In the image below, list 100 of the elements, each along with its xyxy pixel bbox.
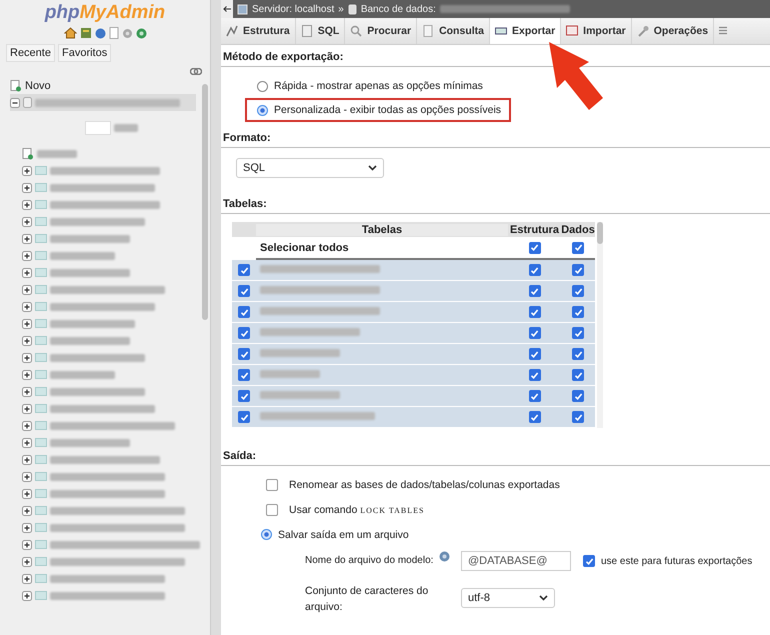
checkbox[interactable] xyxy=(528,348,540,360)
table-icon xyxy=(35,217,47,226)
expand-icon[interactable] xyxy=(22,370,32,380)
expand-icon[interactable] xyxy=(22,216,32,226)
expand-icon[interactable] xyxy=(22,454,32,464)
expand-icon[interactable] xyxy=(22,556,32,566)
checkbox[interactable] xyxy=(572,327,584,339)
checkbox[interactable] xyxy=(528,411,540,423)
scrollbar[interactable] xyxy=(597,222,603,428)
expand-icon[interactable] xyxy=(22,540,32,550)
home-icon[interactable] xyxy=(64,27,76,39)
checkbox[interactable] xyxy=(572,390,584,402)
expand-icon[interactable] xyxy=(22,182,32,192)
checkbox[interactable] xyxy=(238,327,250,339)
checkbox[interactable] xyxy=(238,285,250,297)
checkbox[interactable] xyxy=(238,348,250,360)
tab[interactable]: Procurar xyxy=(345,18,418,44)
checkbox[interactable] xyxy=(266,504,278,516)
expand-icon[interactable] xyxy=(22,302,32,312)
table-icon xyxy=(35,489,47,498)
expand-icon[interactable] xyxy=(22,386,32,396)
expand-icon[interactable] xyxy=(22,200,32,210)
checkbox[interactable] xyxy=(238,306,250,318)
checkbox[interactable] xyxy=(572,242,584,254)
expand-icon[interactable] xyxy=(22,166,32,176)
sidebar-tab[interactable]: Favoritos xyxy=(58,44,112,62)
radio-button[interactable] xyxy=(261,529,272,540)
column-header: Estrutura xyxy=(509,224,560,236)
radio-label[interactable]: Rápida - mostrar apenas as opções mínimas xyxy=(274,80,483,92)
charset-dropdown[interactable]: utf-8 xyxy=(461,588,555,608)
filename-field[interactable]: @DATABASE@ xyxy=(461,551,571,571)
expand-icon[interactable] xyxy=(22,420,32,430)
expand-icon[interactable] xyxy=(22,318,32,328)
radio-button[interactable] xyxy=(257,80,268,92)
option-label[interactable]: Usar comando LOCK TABLES xyxy=(289,504,424,516)
help-icon[interactable] xyxy=(439,551,450,562)
option-label[interactable]: Renomear as bases de dados/tabelas/colunas exportadas xyxy=(289,478,560,490)
expand-icon[interactable] xyxy=(22,336,32,346)
table-icon xyxy=(35,183,47,192)
tab[interactable]: Exportar xyxy=(490,18,562,44)
checkbox[interactable] xyxy=(238,390,250,402)
filter-field[interactable] xyxy=(85,121,111,135)
checkbox-label[interactable]: use este para futuras exportações xyxy=(601,556,752,566)
expand-icon[interactable] xyxy=(22,284,32,294)
expand-icon[interactable] xyxy=(22,488,32,498)
expand-icon[interactable] xyxy=(22,438,32,448)
help-icon[interactable] xyxy=(94,28,106,38)
expand-icon[interactable] xyxy=(22,268,32,278)
tab[interactable]: Estrutura xyxy=(221,18,296,44)
expand-icon[interactable] xyxy=(22,250,32,260)
checkbox[interactable] xyxy=(528,369,540,381)
collapse-icon[interactable] xyxy=(10,98,20,108)
checkbox[interactable] xyxy=(528,242,540,254)
checkbox[interactable] xyxy=(572,369,584,381)
checkbox[interactable] xyxy=(583,555,595,567)
tab[interactable]: Operações xyxy=(632,18,714,44)
format-dropdown[interactable]: SQL xyxy=(236,158,384,178)
new-item-icon[interactable] xyxy=(10,80,22,92)
expand-icon[interactable] xyxy=(22,472,32,482)
table-icon xyxy=(35,404,47,413)
checkbox[interactable] xyxy=(238,264,250,276)
tree-item[interactable]: Novo xyxy=(25,80,51,92)
checkbox[interactable] xyxy=(238,369,250,381)
checkbox[interactable] xyxy=(528,390,540,402)
breadcrumb-link[interactable]: Banco de dados: xyxy=(360,4,436,14)
breadcrumb-link[interactable]: Servidor: localhost xyxy=(252,4,334,14)
redacted-text xyxy=(260,370,320,378)
tab[interactable]: SQL xyxy=(296,18,346,44)
checkbox[interactable] xyxy=(528,306,540,318)
sidebar-tab[interactable]: Recente xyxy=(6,44,55,62)
expand-icon[interactable] xyxy=(22,590,32,600)
checkbox[interactable] xyxy=(572,411,584,423)
tab[interactable]: Consulta xyxy=(417,18,490,44)
checkbox[interactable] xyxy=(266,478,278,490)
menu-icon[interactable] xyxy=(718,26,728,35)
refresh-icon[interactable] xyxy=(136,28,146,38)
expand-icon[interactable] xyxy=(22,404,32,414)
checkbox[interactable] xyxy=(572,285,584,297)
logo[interactable]: phpMyAdmin xyxy=(43,2,167,24)
radio-button[interactable] xyxy=(257,104,268,116)
checkbox[interactable] xyxy=(572,306,584,318)
link-icon[interactable] xyxy=(190,68,202,75)
expand-icon[interactable] xyxy=(22,234,32,244)
checkbox[interactable] xyxy=(528,264,540,276)
expand-icon[interactable] xyxy=(22,574,32,584)
database-icon[interactable] xyxy=(80,27,92,39)
checkbox[interactable] xyxy=(238,411,250,423)
checkbox[interactable] xyxy=(572,348,584,360)
new-item-icon[interactable] xyxy=(22,148,34,160)
radio-label[interactable]: Personalizada - exibir todas as opções possíveis xyxy=(274,104,502,116)
tab[interactable]: Importar xyxy=(561,18,632,44)
checkbox[interactable] xyxy=(528,285,540,297)
server-icon xyxy=(237,4,248,14)
table-icon xyxy=(35,557,47,566)
checkbox[interactable] xyxy=(528,327,540,339)
expand-icon[interactable] xyxy=(22,522,32,532)
option-label[interactable]: Salvar saída em um arquivo xyxy=(278,528,409,540)
expand-icon[interactable] xyxy=(22,506,32,516)
checkbox[interactable] xyxy=(572,264,584,276)
expand-icon[interactable] xyxy=(22,352,32,362)
